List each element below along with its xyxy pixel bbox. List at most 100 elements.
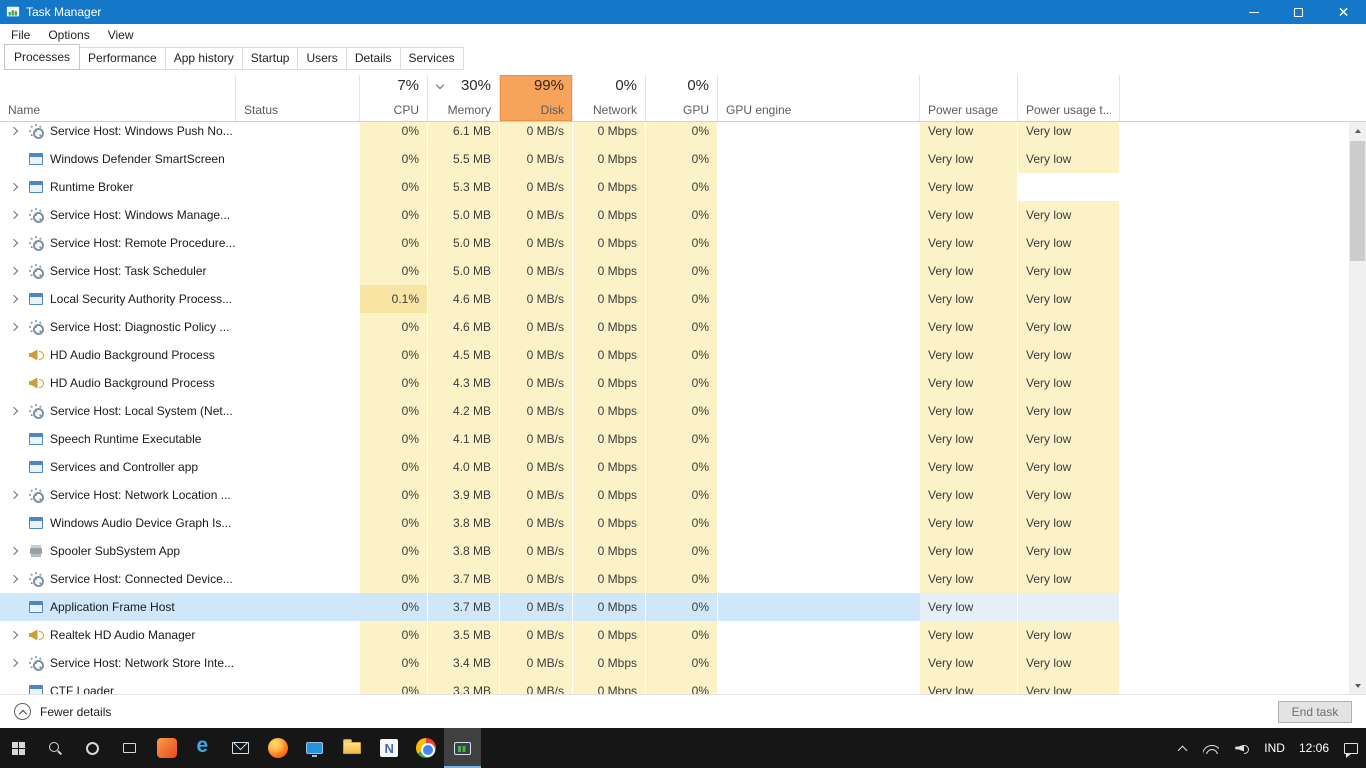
network-button[interactable] xyxy=(1195,728,1227,768)
disk-cell: 0 MB/s xyxy=(500,122,573,145)
expand-chevron-icon[interactable] xyxy=(8,548,22,554)
clock[interactable]: 12:06 xyxy=(1292,741,1336,755)
firefox-icon xyxy=(268,738,288,758)
action-center-button[interactable] xyxy=(1336,728,1366,768)
maximize-button[interactable] xyxy=(1276,0,1321,24)
expand-chevron-icon[interactable] xyxy=(8,240,22,246)
tray-expand-button[interactable] xyxy=(1170,728,1195,768)
column-header-disk[interactable]: 99% Disk xyxy=(500,75,573,121)
expand-chevron-icon[interactable] xyxy=(8,604,22,610)
menu-file[interactable]: File xyxy=(2,25,39,45)
taskbar-app-file-explorer[interactable] xyxy=(333,728,370,768)
disk-cell: 0 MB/s xyxy=(500,369,573,397)
gpu-engine-cell xyxy=(718,369,920,397)
process-row[interactable]: Windows Audio Device Graph Is... 0% 3.8 … xyxy=(0,509,1366,537)
expand-chevron-icon[interactable] xyxy=(8,408,22,414)
fewer-details-toggle[interactable]: Fewer details xyxy=(40,705,111,719)
volume-button[interactable] xyxy=(1227,728,1257,768)
column-header-gpu[interactable]: 0% GPU xyxy=(646,75,718,121)
process-row[interactable]: HD Audio Background Process 0% 4.5 MB 0 … xyxy=(0,341,1366,369)
expand-chevron-icon[interactable] xyxy=(8,184,22,190)
tab-services[interactable]: Services xyxy=(400,47,464,70)
end-task-button[interactable]: End task xyxy=(1278,701,1352,723)
expand-chevron-icon[interactable] xyxy=(8,464,22,470)
gpu-cell: 0% xyxy=(646,453,718,481)
language-indicator[interactable]: IND xyxy=(1257,741,1292,755)
tab-processes[interactable]: Processes xyxy=(4,44,80,70)
tab-app-history[interactable]: App history xyxy=(165,47,243,70)
fewer-details-icon[interactable] xyxy=(14,703,31,720)
expand-chevron-icon[interactable] xyxy=(8,352,22,358)
expand-chevron-icon[interactable] xyxy=(8,380,22,386)
process-row[interactable]: Service Host: Network Store Inte... 0% 3… xyxy=(0,649,1366,677)
expand-chevron-icon[interactable] xyxy=(8,156,22,162)
process-row[interactable]: Spooler SubSystem App 0% 3.8 MB 0 MB/s 0… xyxy=(0,537,1366,565)
minimize-button[interactable] xyxy=(1231,0,1276,24)
cortana-icon xyxy=(86,742,99,755)
taskbar-app-mail[interactable] xyxy=(222,728,259,768)
tab-startup[interactable]: Startup xyxy=(242,47,299,70)
process-row[interactable]: Service Host: Windows Manage... 0% 5.0 M… xyxy=(0,201,1366,229)
taskbar-app-chrome[interactable] xyxy=(407,728,444,768)
process-row[interactable]: Service Host: Diagnostic Policy ... 0% 4… xyxy=(0,313,1366,341)
process-row[interactable]: Service Host: Local System (Net... 0% 4.… xyxy=(0,397,1366,425)
speaker-icon xyxy=(28,347,44,363)
process-row[interactable]: Services and Controller app 0% 4.0 MB 0 … xyxy=(0,453,1366,481)
gpu-cell: 0% xyxy=(646,425,718,453)
vertical-scrollbar[interactable] xyxy=(1349,122,1366,694)
expand-chevron-icon[interactable] xyxy=(8,212,22,218)
process-row[interactable]: Service Host: Task Scheduler 0% 5.0 MB 0… xyxy=(0,257,1366,285)
scroll-up-button[interactable] xyxy=(1349,122,1366,139)
task-view-button[interactable] xyxy=(111,728,148,768)
expand-chevron-icon[interactable] xyxy=(8,492,22,498)
taskbar-app-monitor[interactable] xyxy=(296,728,333,768)
menu-view[interactable]: View xyxy=(99,25,143,45)
tab-users[interactable]: Users xyxy=(297,47,346,70)
process-row[interactable]: CTF Loader 0% 3.3 MB 0 MB/s 0 Mbps 0% Ve… xyxy=(0,677,1366,694)
expand-chevron-icon[interactable] xyxy=(8,296,22,302)
column-header-cpu[interactable]: 7% CPU xyxy=(360,75,428,121)
process-row[interactable]: Service Host: Remote Procedure... 0% 5.0… xyxy=(0,229,1366,257)
chrome-icon xyxy=(416,738,436,758)
scroll-down-button[interactable] xyxy=(1349,677,1366,694)
expand-chevron-icon[interactable] xyxy=(8,660,22,666)
expand-chevron-icon[interactable] xyxy=(8,520,22,526)
expand-chevron-icon[interactable] xyxy=(8,688,22,694)
scrollbar-thumb[interactable] xyxy=(1350,141,1365,261)
column-header-gpu-engine[interactable]: GPU engine xyxy=(718,75,920,121)
process-row[interactable]: Realtek HD Audio Manager 0% 3.5 MB 0 MB/… xyxy=(0,621,1366,649)
expand-chevron-icon[interactable] xyxy=(8,576,22,582)
column-header-network[interactable]: 0% Network xyxy=(573,75,646,121)
process-row[interactable]: Application Frame Host 0% 3.7 MB 0 MB/s … xyxy=(0,593,1366,621)
taskbar-app-note[interactable] xyxy=(370,728,407,768)
taskbar-app-firefox[interactable] xyxy=(259,728,296,768)
column-header-power-usage[interactable]: Power usage xyxy=(920,75,1018,121)
process-row[interactable]: HD Audio Background Process 0% 4.3 MB 0 … xyxy=(0,369,1366,397)
taskbar-app-task-manager[interactable] xyxy=(444,728,481,768)
column-header-status[interactable]: Status xyxy=(236,75,360,121)
process-row[interactable]: Runtime Broker 0% 5.3 MB 0 MB/s 0 Mbps 0… xyxy=(0,173,1366,201)
close-button[interactable]: ✕ xyxy=(1321,0,1366,24)
process-row[interactable]: Service Host: Connected Device... 0% 3.7… xyxy=(0,565,1366,593)
expand-chevron-icon[interactable] xyxy=(8,632,22,638)
tab-details[interactable]: Details xyxy=(346,47,401,70)
process-row[interactable]: Speech Runtime Executable 0% 4.1 MB 0 MB… xyxy=(0,425,1366,453)
search-button[interactable] xyxy=(37,728,74,768)
expand-chevron-icon[interactable] xyxy=(8,324,22,330)
expand-chevron-icon[interactable] xyxy=(8,128,22,134)
cortana-button[interactable] xyxy=(74,728,111,768)
column-header-name[interactable]: Name xyxy=(0,75,236,121)
start-button[interactable] xyxy=(0,728,37,768)
process-row[interactable]: Local Security Authority Process... 0.1%… xyxy=(0,285,1366,313)
process-row[interactable]: Windows Defender SmartScreen 0% 5.5 MB 0… xyxy=(0,145,1366,173)
expand-chevron-icon[interactable] xyxy=(8,268,22,274)
menu-options[interactable]: Options xyxy=(39,25,98,45)
column-header-power-usage-trend[interactable]: Power usage t... xyxy=(1018,75,1120,121)
expand-chevron-icon[interactable] xyxy=(8,436,22,442)
process-row[interactable]: Service Host: Network Location ... 0% 3.… xyxy=(0,481,1366,509)
column-header-memory[interactable]: 30% Memory xyxy=(428,75,500,121)
process-row[interactable]: Service Host: Windows Push No... 0% 6.1 … xyxy=(0,122,1366,145)
taskbar-app-edge[interactable] xyxy=(185,728,222,768)
tab-performance[interactable]: Performance xyxy=(79,47,166,70)
taskbar-app-orange[interactable] xyxy=(148,728,185,768)
